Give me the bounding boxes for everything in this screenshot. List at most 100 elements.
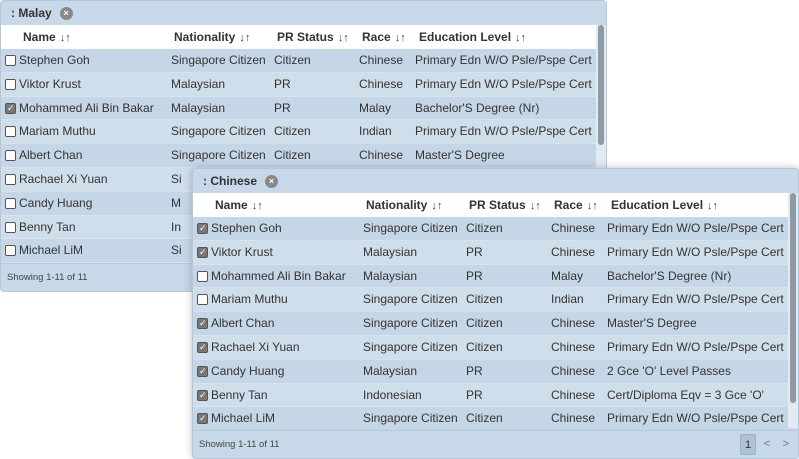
sort-icon[interactable]: ↓↑	[587, 200, 598, 212]
cell-race: Malay	[551, 268, 584, 283]
row-checkbox[interactable]	[5, 97, 16, 120]
sort-icon[interactable]: ↓↑	[252, 200, 263, 212]
column-header-nationality[interactable]: Nationality ↓↑	[366, 193, 442, 217]
row-checkbox[interactable]	[5, 221, 16, 233]
row-checkbox[interactable]	[197, 407, 208, 431]
sort-icon[interactable]: ↓↑	[707, 200, 718, 212]
row-checkbox[interactable]	[5, 55, 16, 66]
sort-icon[interactable]: ↓↑	[530, 200, 541, 212]
table-row[interactable]: Benny Tan Indonesian PR Chinese Cert/Diploma…	[193, 383, 788, 407]
cell-race: Chinese	[551, 244, 596, 259]
table-row[interactable]: Candy Huang Malaysian PR Chinese 2 Gce 'O' L…	[193, 359, 788, 384]
table-row[interactable]: Viktor Krust Malaysian PR Chinese Primary Ed…	[193, 240, 788, 265]
row-checkbox[interactable]	[5, 197, 16, 209]
cell-pr-status: PR	[466, 244, 483, 259]
cell-pr-status: Citizen	[274, 53, 311, 67]
column-header-name[interactable]: Name ↓↑	[215, 193, 263, 217]
cell-name: Candy Huang	[211, 363, 285, 378]
table-row[interactable]: Viktor Krust Malaysian PR Chinese Primary Ed…	[1, 72, 596, 97]
table-row[interactable]: Mariam Muthu Singapore Citizen Citizen Indi…	[1, 120, 596, 145]
cell-nationality: Singapore Citizen	[171, 53, 266, 67]
cell-name: Michael LiM	[211, 411, 276, 426]
column-header-race[interactable]: Race ↓↑	[362, 25, 406, 49]
row-checkbox[interactable]	[5, 150, 16, 162]
table-row[interactable]: Albert Chan Singapore Citizen Citizen Chine…	[193, 312, 788, 336]
cell-pr-status: Citizen	[466, 316, 503, 331]
row-checkbox[interactable]	[5, 78, 16, 90]
cell-race: Chinese	[551, 363, 596, 378]
cell-education: Bachelor'S Degree (Nr)	[415, 100, 540, 115]
cell-race: Chinese	[551, 221, 596, 235]
column-header-pr-status[interactable]: PR Status ↓↑	[469, 193, 541, 217]
table-row[interactable]: Albert Chan Singapore Citizen Citizen Chine…	[1, 144, 596, 168]
group-header: : Malay ×	[1, 1, 606, 25]
table-row[interactable]: Stephen Goh Singapore Citizen Citizen Chine…	[193, 217, 788, 241]
cell-race: Chinese	[551, 339, 596, 354]
cell-race: Indian	[359, 124, 392, 139]
row-checkbox[interactable]	[197, 294, 208, 306]
cell-nationality: Malaysian	[363, 363, 418, 378]
cell-nationality: Singapore Citizen	[363, 292, 458, 307]
previous-page-button[interactable]: <	[759, 434, 775, 455]
cell-name: Viktor Krust	[211, 244, 273, 259]
row-checkbox[interactable]	[5, 173, 16, 185]
cell-race: Chinese	[359, 148, 404, 163]
row-checkbox[interactable]	[5, 126, 16, 138]
table-row[interactable]: Rachael Xi Yuan Singapore Citizen Citizen C…	[193, 335, 788, 360]
vertical-scrollbar[interactable]	[788, 193, 798, 428]
row-checkbox[interactable]	[197, 241, 208, 265]
sort-icon[interactable]: ↓↑	[338, 32, 349, 44]
table-row[interactable]: Mariam Muthu Singapore Citizen Citizen Indi…	[193, 288, 788, 313]
cell-education: Primary Edn W/O Psle/Pspe Cert	[415, 76, 592, 91]
cell-pr-status: PR	[274, 100, 291, 115]
column-header-pr-status[interactable]: PR Status ↓↑	[277, 25, 349, 49]
cell-name: Benny Tan	[211, 387, 268, 402]
column-header-nationality[interactable]: Nationality ↓↑	[174, 25, 250, 49]
cell-name: Stephen Goh	[19, 53, 90, 67]
cell-pr-status: PR	[274, 76, 291, 91]
column-header-education-level[interactable]: Education Level ↓↑	[419, 25, 526, 49]
column-header-name[interactable]: Name ↓↑	[23, 25, 71, 49]
cell-pr-status: Citizen	[274, 124, 311, 139]
cell-education: Master'S Degree	[415, 148, 505, 163]
row-checkbox[interactable]	[197, 360, 208, 384]
sort-icon[interactable]: ↓↑	[60, 32, 71, 44]
sort-icon[interactable]: ↓↑	[515, 32, 526, 44]
row-checkbox[interactable]	[197, 217, 208, 241]
cell-education: Primary Edn W/O Psle/Pspe Cert	[607, 244, 784, 259]
table-row[interactable]: Stephen Goh Singapore Citizen Citizen Chine…	[1, 49, 596, 73]
group-title: : Chinese	[203, 174, 258, 188]
sort-icon[interactable]: ↓↑	[395, 32, 406, 44]
cell-race: Indian	[551, 292, 584, 307]
row-checkbox[interactable]	[197, 270, 208, 282]
table-row[interactable]: Mohammed Ali Bin Bakar Malaysian PR Malay Ba…	[1, 96, 596, 120]
cell-race: Chinese	[359, 53, 404, 67]
scrollbar-thumb[interactable]	[790, 193, 796, 403]
column-header-race[interactable]: Race ↓↑	[554, 193, 598, 217]
remove-filter-icon[interactable]: ×	[265, 174, 279, 188]
table-row[interactable]: Mohammed Ali Bin Bakar Malaysian PR Malay Ba…	[193, 264, 788, 289]
table-row[interactable]: Michael LiM Singapore Citizen Citizen Chine…	[193, 407, 788, 431]
row-checkbox[interactable]	[197, 384, 208, 407]
next-page-button[interactable]: >	[778, 434, 794, 455]
cell-nationality: Singapore Citizen	[363, 221, 458, 235]
sort-icon[interactable]: ↓↑	[239, 32, 250, 44]
cell-education: Primary Edn W/O Psle/Pspe Cert	[607, 411, 784, 426]
page-number-button[interactable]: 1	[740, 434, 756, 455]
cell-nationality: Malaysian	[171, 100, 226, 115]
row-checkbox[interactable]	[197, 336, 208, 360]
cell-race: Malay	[359, 100, 392, 115]
group-header: : Chinese ×	[193, 169, 798, 193]
row-checkbox[interactable]	[197, 312, 208, 336]
remove-filter-icon[interactable]: ×	[59, 6, 73, 20]
cell-nationality: Malaysian	[363, 268, 418, 283]
column-header-education-level[interactable]: Education Level ↓↑	[611, 193, 718, 217]
cell-pr-status: PR	[466, 387, 483, 402]
scrollbar-thumb[interactable]	[598, 25, 604, 145]
sort-icon[interactable]: ↓↑	[431, 200, 442, 212]
cell-nationality: Singapore Citizen	[363, 339, 458, 354]
cell-name: Michael LiM	[19, 243, 84, 258]
cell-nationality: Singapore Citizen	[171, 124, 266, 139]
row-checkbox[interactable]	[5, 245, 16, 257]
cell-name: Mariam Muthu	[211, 292, 288, 307]
